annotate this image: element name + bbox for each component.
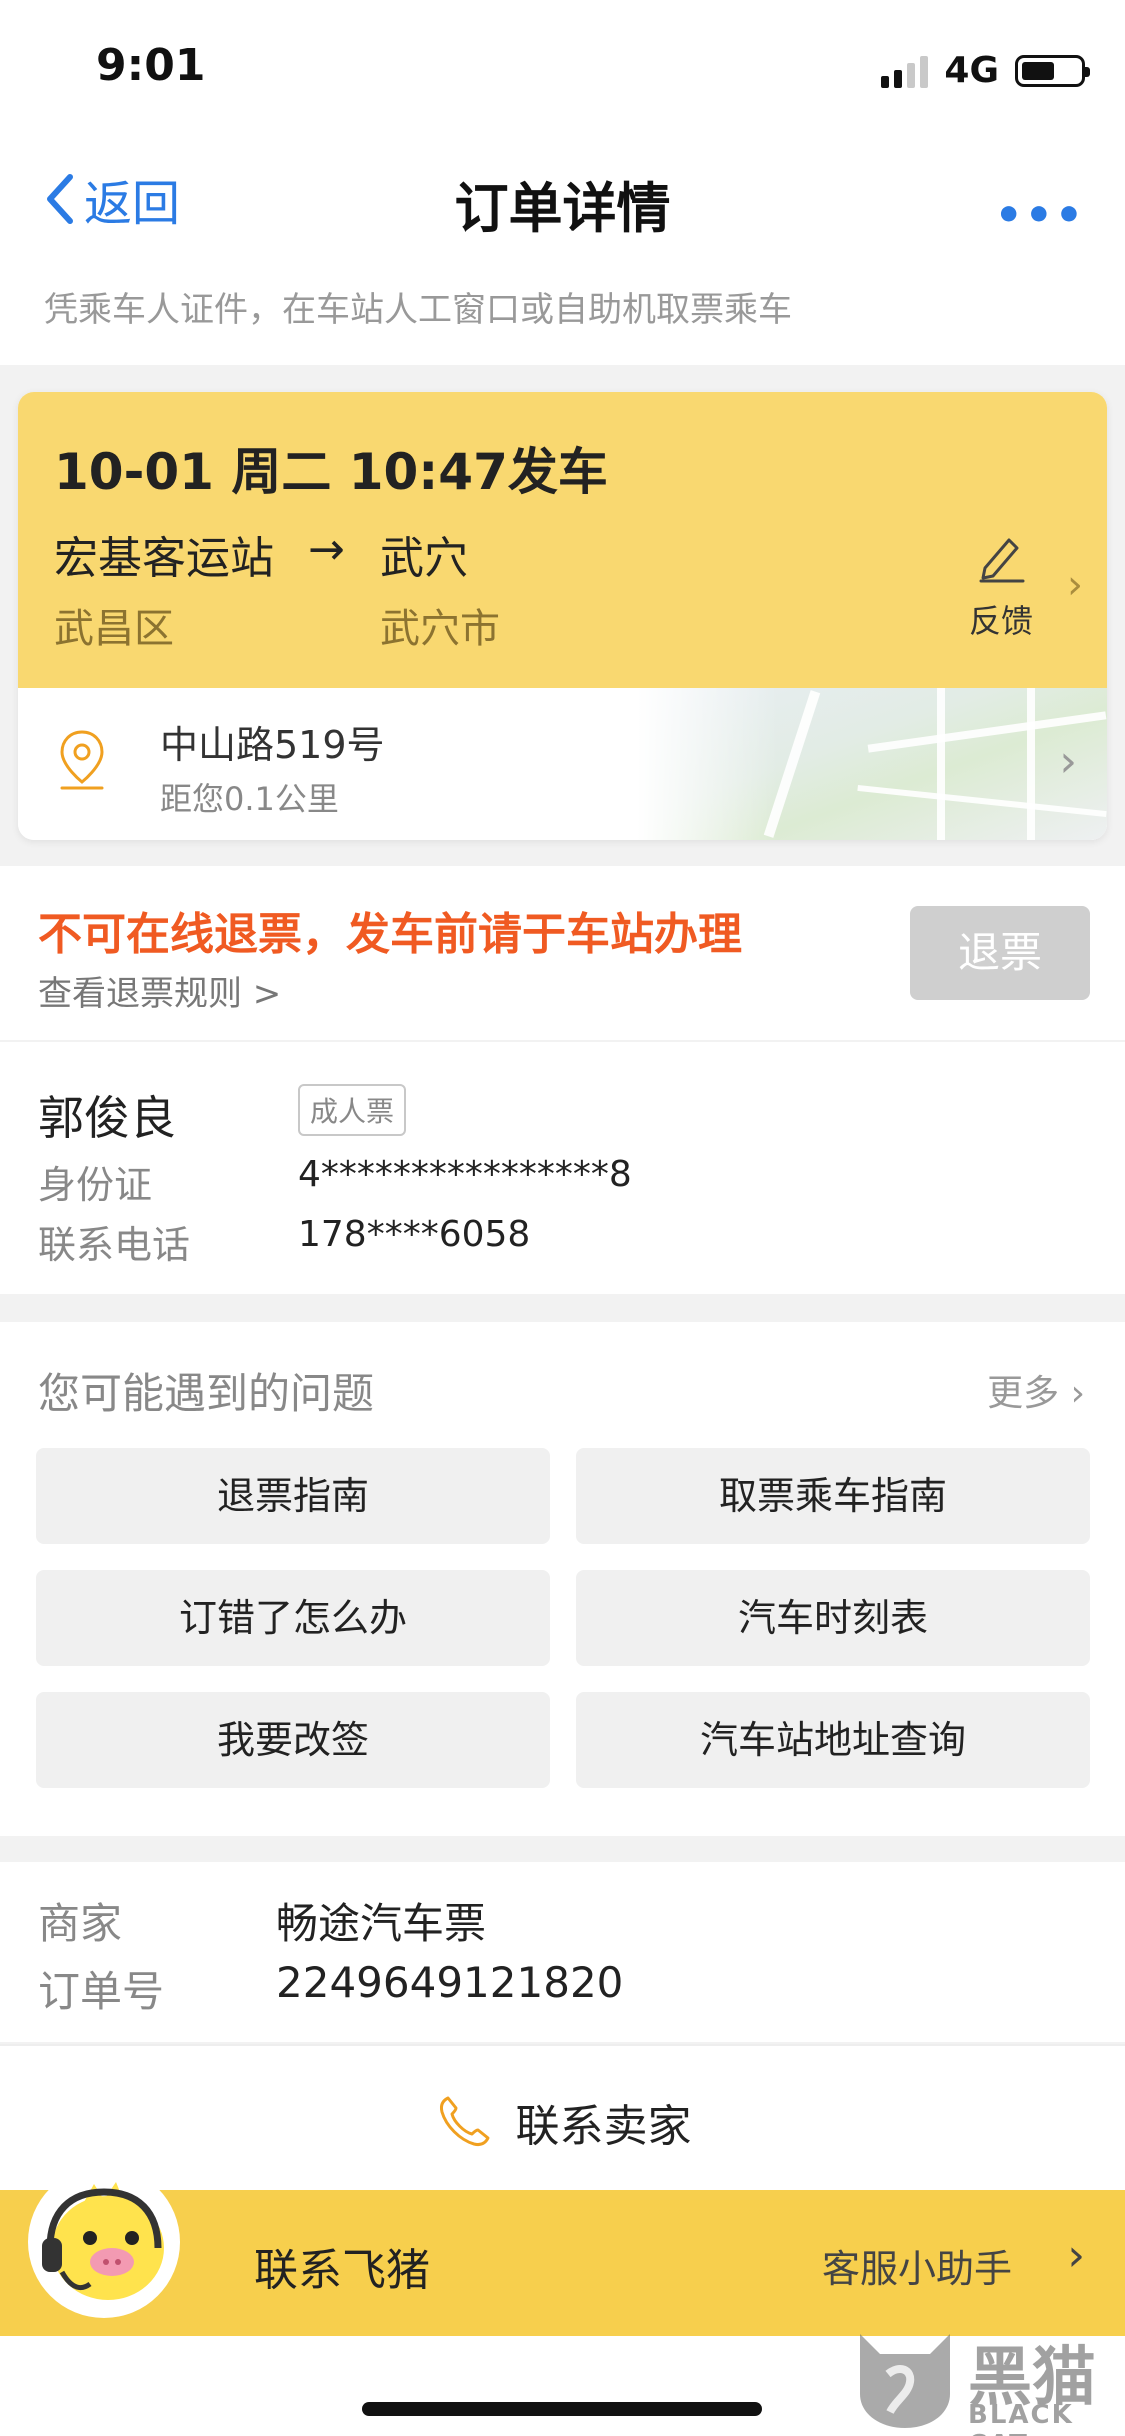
id-value: 4****************8: [298, 1154, 632, 1195]
order-number-label: 订单号: [38, 1967, 165, 2016]
to-station: 武穴: [380, 533, 468, 584]
to-area: 武穴市: [380, 606, 500, 652]
from-area: 武昌区: [54, 606, 174, 652]
status-time: 9:01: [96, 40, 206, 91]
route-arrow-icon: →: [308, 524, 345, 575]
departure-time: 10-01 周二 10:47发车: [54, 443, 608, 501]
refund-button[interactable]: 退票: [910, 906, 1090, 1000]
location-pin-icon: [54, 728, 110, 796]
faq-title: 您可能遇到的问题: [38, 1369, 375, 1418]
order-number-value: 2249649121820: [276, 1958, 624, 2007]
chevron-right-icon: ›: [1067, 2230, 1085, 2281]
from-station: 宏基客运站: [54, 533, 274, 584]
faq-more-link[interactable]: 更多 ›: [987, 1364, 1085, 1416]
faq-timetable-button[interactable]: 汽车时刻表: [576, 1570, 1090, 1666]
home-indicator[interactable]: [362, 2402, 762, 2416]
more-menu-button[interactable]: •••: [995, 190, 1085, 241]
service-assistant-label: 客服小助手: [822, 2247, 1013, 2291]
pickup-tip: 凭乘车人证件，在车站人工窗口或自助机取票乘车: [0, 260, 1125, 365]
station-distance: 距您0.1公里: [160, 780, 339, 818]
contact-fliggy-label: 联系飞猪: [254, 2245, 430, 2296]
order-detail-page: 9:01 4G 返回 订单详情 ••• 凭乘车人证件，在车站人工窗口或自助机取票…: [0, 0, 1125, 2436]
feedback-button[interactable]: 反馈: [956, 528, 1046, 642]
merchant-section: 商家 畅途汽车票 订单号 2249649121820: [0, 1862, 1125, 2042]
faq-wrong-order-button[interactable]: 订错了怎么办: [36, 1570, 550, 1666]
station-address: 中山路519号: [160, 723, 385, 767]
trip-header: 10-01 周二 10:47发车 宏基客运站 → 武穴 武昌区 武穴市 反馈 ›: [18, 392, 1107, 688]
map-thumbnail: [637, 688, 1107, 840]
fliggy-mascot-avatar: [24, 2162, 184, 2322]
chevron-right-icon: ›: [1067, 562, 1083, 608]
page-title: 订单详情: [454, 177, 671, 240]
faq-pickup-guide-button[interactable]: 取票乘车指南: [576, 1448, 1090, 1544]
watermark-logo: 黑猫 BLACK CAT: [850, 2320, 1120, 2436]
passenger-section: 郭俊良 成人票 身份证 4****************8 联系电话 178*…: [0, 1042, 1125, 1294]
phone-label: 联系电话: [38, 1223, 191, 1267]
phone-value: 178****6058: [298, 1214, 531, 1255]
nav-bar: 返回 订单详情 •••: [0, 140, 1125, 260]
refund-warning: 不可在线退票，发车前请于车站办理: [38, 909, 742, 960]
phone-icon: [439, 2096, 489, 2146]
station-address-row[interactable]: 中山路519号 距您0.1公里 ›: [18, 688, 1107, 840]
feedback-label: 反馈: [968, 602, 1033, 640]
status-bar: 9:01 4G: [0, 0, 1125, 140]
watermark-subtext: BLACK CAT: [968, 2400, 1074, 2436]
merchant-label: 商家: [38, 1899, 123, 1948]
signal-icon: [881, 54, 929, 88]
trip-card: 10-01 周二 10:47发车 宏基客运站 → 武穴 武昌区 武穴市 反馈 ›: [18, 392, 1107, 840]
faq-change-ticket-button[interactable]: 我要改签: [36, 1692, 550, 1788]
network-label: 4G: [944, 50, 999, 91]
id-label: 身份证: [38, 1163, 153, 1207]
merchant-value: 畅途汽车票: [276, 1899, 487, 1948]
battery-icon: [1015, 54, 1090, 87]
refund-section: 不可在线退票，发车前请于车站办理 查看退票规则 > 退票: [0, 866, 1125, 1040]
faq-refund-guide-button[interactable]: 退票指南: [36, 1448, 550, 1544]
contact-seller-label: 联系卖家: [515, 2101, 692, 2152]
faq-section: 您可能遇到的问题 更多 › 退票指南 取票乘车指南 订错了怎么办 汽车时刻表 我…: [0, 1322, 1125, 1836]
passenger-name: 郭俊良: [38, 1091, 176, 1145]
faq-station-address-button[interactable]: 汽车站地址查询: [576, 1692, 1090, 1788]
pencil-icon: [979, 538, 1025, 583]
refund-rule-link[interactable]: 查看退票规则 >: [38, 966, 281, 1015]
ticket-type-badge: 成人票: [298, 1084, 407, 1136]
chevron-right-icon: ›: [1059, 736, 1077, 787]
status-icons: 4G: [881, 50, 1090, 91]
